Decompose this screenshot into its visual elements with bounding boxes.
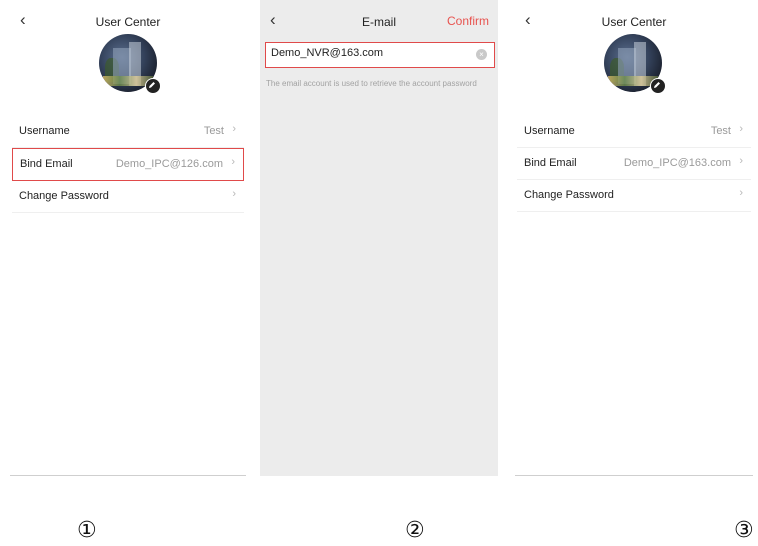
email-field[interactable] bbox=[271, 47, 471, 59]
username-row[interactable]: Username Test › bbox=[517, 116, 751, 148]
row-label: Bind Email bbox=[524, 157, 577, 169]
row-value: Test bbox=[203, 125, 224, 137]
confirm-button[interactable]: Confirm bbox=[447, 14, 489, 28]
row-label: Username bbox=[524, 125, 575, 137]
chevron-right-icon: › bbox=[739, 123, 743, 135]
chevron-right-icon: › bbox=[232, 123, 236, 135]
user-center-screen-3: ‹ User Center Username Test › Bind Email… bbox=[515, 0, 753, 476]
email-edit-screen: ‹ E-mail Confirm × The email account is … bbox=[260, 0, 498, 476]
clear-icon[interactable]: × bbox=[476, 49, 487, 60]
change-password-row[interactable]: Change Password › bbox=[517, 180, 751, 212]
header: ‹ User Center bbox=[10, 0, 246, 38]
header: ‹ User Center bbox=[515, 0, 753, 38]
chevron-right-icon: › bbox=[739, 155, 743, 167]
change-password-row[interactable]: Change Password › bbox=[12, 181, 244, 213]
pencil-edit-icon[interactable] bbox=[145, 78, 161, 94]
user-center-screen-1: ‹ User Center Username Test › Bind Email… bbox=[10, 0, 246, 476]
header: ‹ E-mail Confirm bbox=[260, 0, 498, 38]
row-label: Change Password bbox=[19, 190, 109, 202]
settings-list: Username Test › Bind Email Demo_IPC@163.… bbox=[515, 116, 753, 212]
chevron-right-icon: › bbox=[231, 156, 235, 168]
step-1-label: ① bbox=[77, 518, 97, 543]
page-title: User Center bbox=[601, 15, 667, 29]
email-hint: The email account is used to retrieve th… bbox=[266, 79, 477, 88]
email-field-box: × bbox=[265, 42, 495, 68]
row-value: Demo_IPC@163.com bbox=[623, 157, 731, 169]
row-label: Bind Email bbox=[20, 158, 73, 170]
row-label: Username bbox=[19, 125, 70, 137]
page-title: User Center bbox=[95, 15, 161, 29]
step-2-label: ② bbox=[405, 518, 425, 543]
row-value: Test bbox=[710, 125, 731, 137]
divider bbox=[10, 475, 246, 476]
divider bbox=[515, 475, 753, 476]
chevron-right-icon: › bbox=[739, 187, 743, 199]
chevron-right-icon: › bbox=[232, 188, 236, 200]
settings-list: Username Test › Bind Email Demo_IPC@126.… bbox=[10, 116, 246, 213]
row-value: Demo_IPC@126.com bbox=[115, 158, 223, 170]
bind-email-row[interactable]: Bind Email Demo_IPC@126.com › bbox=[12, 148, 244, 181]
username-row[interactable]: Username Test › bbox=[12, 116, 244, 148]
step-3-label: ③ bbox=[734, 518, 754, 543]
row-label: Change Password bbox=[524, 189, 614, 201]
pencil-edit-icon[interactable] bbox=[650, 78, 666, 94]
bind-email-row[interactable]: Bind Email Demo_IPC@163.com › bbox=[517, 148, 751, 180]
